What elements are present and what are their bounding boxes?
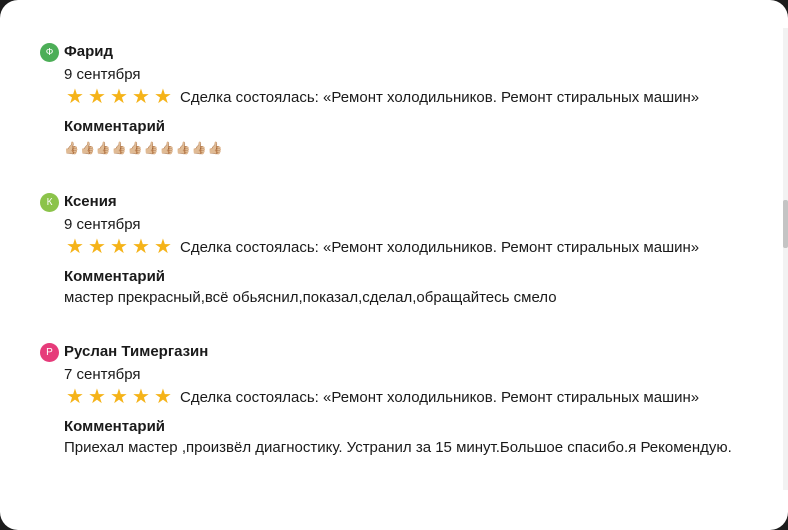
rating-stars: ★ ★ ★ ★ ★ [64,87,174,107]
review-body: 7 сентября ★ ★ ★ ★ ★ Сделка состоялась: … [40,364,760,459]
comment-text: Приехал мастер ,произвёл диагностику. Ус… [64,439,732,456]
avatar: Ф [40,42,59,62]
star-icon: ★ [154,386,172,408]
deal-text: Сделка состоялась: «Ремонт холодильников… [180,88,700,106]
star-icon: ★ [88,86,106,108]
review-header: К Ксения [40,192,760,212]
review-header: Ф Фарид [40,42,760,62]
avatar: Р [40,342,59,362]
star-icon: ★ [110,236,128,258]
star-icon: ★ [110,86,128,108]
star-icon: ★ [66,386,84,408]
star-icon: ★ [132,236,150,258]
star-icon: ★ [66,86,84,108]
comment-label: Комментарий [64,268,166,285]
comment-text: 👍🏼👍🏼👍🏼👍🏼👍🏼👍🏼👍🏼👍🏼👍🏼👍🏼 [64,141,224,155]
review-header: Р Руслан Тимергазин [40,342,760,362]
star-icon: ★ [88,386,106,408]
review-date: 9 сентября [64,66,141,83]
review-body: 9 сентября ★ ★ ★ ★ ★ Сделка состоялась: … [40,64,760,159]
review-author[interactable]: Ксения [64,192,117,212]
star-icon: ★ [110,386,128,408]
rating-stars: ★ ★ ★ ★ ★ [64,387,174,407]
review-body: 9 сентября ★ ★ ★ ★ ★ Сделка состоялась: … [40,214,760,309]
reviews-panel: Ф Фарид 9 сентября ★ ★ ★ ★ ★ Сделка сост… [0,0,788,530]
avatar: К [40,192,59,212]
star-icon: ★ [132,86,150,108]
review-item: К Ксения 9 сентября ★ ★ ★ ★ ★ Сделка сос… [40,192,760,342]
comment-label: Комментарий [64,418,166,435]
star-icon: ★ [154,86,172,108]
review-date: 9 сентября [64,216,141,233]
review-author[interactable]: Фарид [64,42,113,62]
review-date: 7 сентября [64,366,141,383]
scrollbar-track[interactable] [783,28,788,490]
star-icon: ★ [88,236,106,258]
rating-row: ★ ★ ★ ★ ★ Сделка состоялась: «Ремонт хол… [64,86,760,108]
review-item: Р Руслан Тимергазин 7 сентября ★ ★ ★ ★ ★… [40,342,760,492]
rating-stars: ★ ★ ★ ★ ★ [64,237,174,257]
scrollbar-thumb[interactable] [783,200,788,248]
star-icon: ★ [154,236,172,258]
comment-label: Комментарий [64,118,166,135]
rating-row: ★ ★ ★ ★ ★ Сделка состоялась: «Ремонт хол… [64,386,760,408]
comment-text: мастер прекрасный,всё обьяснил,показал,с… [64,289,557,306]
review-list: Ф Фарид 9 сентября ★ ★ ★ ★ ★ Сделка сост… [40,42,760,492]
deal-text: Сделка состоялась: «Ремонт холодильников… [180,388,700,406]
deal-text: Сделка состоялась: «Ремонт холодильников… [180,238,700,256]
review-item: Ф Фарид 9 сентября ★ ★ ★ ★ ★ Сделка сост… [40,42,760,192]
star-icon: ★ [132,386,150,408]
star-icon: ★ [66,236,84,258]
rating-row: ★ ★ ★ ★ ★ Сделка состоялась: «Ремонт хол… [64,236,760,258]
review-author[interactable]: Руслан Тимергазин [64,342,208,362]
